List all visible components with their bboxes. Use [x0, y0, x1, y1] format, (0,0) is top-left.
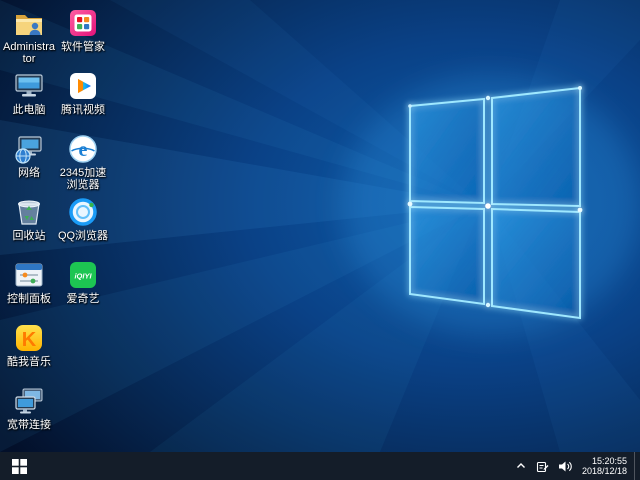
svg-text:e: e [79, 139, 88, 161]
desktop-icon-network[interactable]: 网络 [2, 132, 56, 195]
qq-browser-icon [66, 195, 100, 229]
pen-icon[interactable] [536, 458, 550, 474]
desktop[interactable]: Administrator 此电脑 [0, 0, 640, 452]
desktop-icon-iqiyi[interactable]: iQIYI 爱奇艺 [56, 258, 110, 321]
show-desktop-button[interactable] [634, 452, 640, 480]
clock-date: 2018/12/18 [582, 466, 627, 476]
svg-text:iQIYI: iQIYI [74, 272, 92, 281]
svg-text:K: K [22, 329, 37, 351]
desktop-icon-administrator[interactable]: Administrator [2, 6, 56, 69]
desktop-icon-2345-browser[interactable]: e 2345加速浏览器 [56, 132, 110, 195]
chevron-up-icon[interactable] [514, 458, 528, 474]
administrator-icon [12, 6, 46, 40]
desktop-icon-kuwo-music[interactable]: K 酷我音乐 [2, 321, 56, 384]
2345-browser-icon: e [66, 132, 100, 166]
iqiyi-icon: iQIYI [66, 258, 100, 292]
desktop-icon-recycle-bin[interactable]: 回收站 [2, 195, 56, 258]
desktop-icon-label: 腾讯视频 [61, 104, 105, 116]
taskbar-clock[interactable]: 15:20:55 2018/12/18 [578, 452, 634, 480]
desktop-icon-this-pc[interactable]: 此电脑 [2, 69, 56, 132]
taskbar: 15:20:55 2018/12/18 [0, 452, 640, 480]
recycle-bin-icon [12, 195, 46, 229]
desktop-icon-label: 网络 [18, 167, 40, 179]
windows-logo-icon [12, 459, 27, 474]
desktop-icon-label: 宽带连接 [7, 419, 51, 431]
desktop-icon-qq-browser[interactable]: QQ浏览器 [56, 195, 110, 258]
desktop-icon-software-manager[interactable]: 软件管家 [56, 6, 110, 69]
desktop-icon-label: 控制面板 [7, 293, 51, 305]
desktop-icon-label: Administrator [2, 41, 56, 65]
control-panel-icon [12, 258, 46, 292]
network-icon [12, 132, 46, 166]
desktop-icon-label: 酷我音乐 [7, 356, 51, 368]
desktop-icon-label: 爱奇艺 [67, 293, 100, 305]
desktop-icon-broadband-connection[interactable]: 宽带连接 [2, 384, 56, 447]
volume-icon[interactable] [558, 458, 572, 474]
tencent-video-icon [66, 69, 100, 103]
desktop-icon-label: 软件管家 [61, 41, 105, 53]
system-tray [508, 452, 578, 480]
desktop-icon-label: QQ浏览器 [58, 230, 108, 242]
desktop-icon-control-panel[interactable]: 控制面板 [2, 258, 56, 321]
start-button[interactable] [0, 452, 38, 480]
broadband-connection-icon [12, 384, 46, 418]
clock-time: 15:20:55 [582, 456, 627, 466]
desktop-icon-label: 回收站 [13, 230, 46, 242]
this-pc-icon [12, 69, 46, 103]
kuwo-music-icon: K [12, 321, 46, 355]
taskbar-empty-area[interactable] [38, 452, 508, 480]
desktop-icon-column-2: 软件管家 腾讯视频 [56, 6, 110, 321]
desktop-icon-label: 2345加速浏览器 [56, 167, 110, 191]
desktop-icon-tencent-video[interactable]: 腾讯视频 [56, 69, 110, 132]
desktop-icon-label: 此电脑 [13, 104, 46, 116]
desktop-icon-column-1: Administrator 此电脑 [2, 6, 56, 447]
software-manager-icon [66, 6, 100, 40]
